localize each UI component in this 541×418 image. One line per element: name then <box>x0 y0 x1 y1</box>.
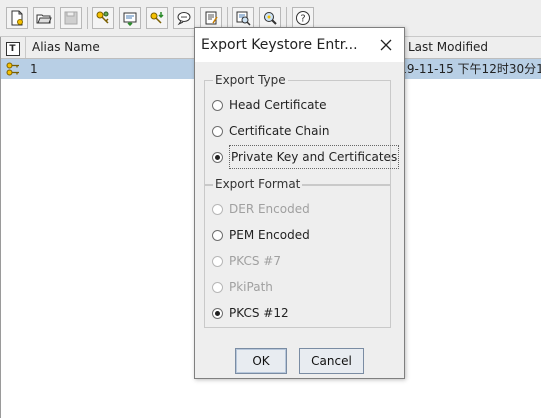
ok-button[interactable]: OK <box>235 348 287 374</box>
generate-keypair-icon <box>96 11 109 24</box>
export-format-group: Export Format DER Encoded PEM Encoded PK… <box>204 176 391 328</box>
save-keystore-button[interactable] <box>60 7 82 29</box>
import-certificate-button[interactable] <box>119 7 141 29</box>
examine-certificate-icon <box>236 11 251 26</box>
export-dialog: Export Keystore Entr... Export Type Head… <box>194 27 405 379</box>
import-keypair-icon <box>150 12 164 24</box>
examine-key-icon <box>264 12 277 25</box>
column-header-type[interactable]: T <box>0 37 26 58</box>
radio-circle <box>212 229 223 241</box>
last-modified-cell: 2019-11-15 下午12时30分19秒 <box>384 62 541 76</box>
examine-certificate-button[interactable] <box>232 7 254 29</box>
import-certificate-icon <box>123 12 137 26</box>
radio-head-certificate[interactable]: Head Certificate <box>212 94 327 116</box>
radio-pkcs12[interactable]: PKCS #12 <box>212 302 289 324</box>
properties-icon <box>205 11 218 25</box>
save-keystore-icon <box>64 11 78 25</box>
new-keystore-icon <box>11 10 23 26</box>
radio-circle <box>212 255 223 267</box>
toolbar-separator <box>286 7 287 29</box>
set-password-icon <box>177 12 191 26</box>
radio-circle <box>212 281 223 293</box>
radio-certificate-chain[interactable]: Certificate Chain <box>212 120 329 142</box>
radio-circle <box>212 151 223 163</box>
dialog-titlebar: Export Keystore Entr... <box>195 28 404 62</box>
help-icon: ? <box>296 11 310 25</box>
radio-circle <box>212 203 223 215</box>
radio-label: DER Encoded <box>229 202 310 216</box>
generate-keypair-button[interactable] <box>92 7 114 29</box>
export-type-label: Export Type <box>213 72 288 88</box>
table-border <box>0 37 1 418</box>
radio-label: PKCS #12 <box>229 306 289 320</box>
type-column-icon: T <box>5 42 20 56</box>
set-password-button[interactable] <box>173 7 195 29</box>
new-keystore-button[interactable] <box>6 7 28 29</box>
radio-der-encoded[interactable]: DER Encoded <box>212 198 310 220</box>
import-keypair-button[interactable] <box>146 7 168 29</box>
toolbar-separator <box>87 7 88 29</box>
radio-pem-encoded[interactable]: PEM Encoded <box>212 224 310 246</box>
radio-label: PEM Encoded <box>229 228 310 242</box>
radio-circle <box>212 99 223 111</box>
radio-label: Head Certificate <box>229 98 327 112</box>
open-keystore-icon <box>36 14 52 24</box>
dialog-title: Export Keystore Entr... <box>201 37 358 53</box>
close-icon[interactable] <box>378 37 394 53</box>
radio-pkipath[interactable]: PkiPath <box>212 276 273 298</box>
radio-circle <box>212 307 223 319</box>
help-button[interactable]: ? <box>292 7 314 29</box>
radio-pkcs7[interactable]: PKCS #7 <box>212 250 281 272</box>
radio-label: PkiPath <box>229 280 273 294</box>
export-format-label: Export Format <box>213 176 303 192</box>
open-keystore-button[interactable] <box>33 7 55 29</box>
column-header-last-modified[interactable]: Last Modified <box>402 37 541 58</box>
radio-label: Certificate Chain <box>229 124 330 138</box>
svg-text:?: ? <box>300 14 305 25</box>
radio-label: PKCS #7 <box>229 254 281 268</box>
radio-circle <box>212 125 223 137</box>
cancel-button[interactable]: Cancel <box>299 348 364 374</box>
export-type-group: Export Type Head Certificate Certificate… <box>204 72 400 186</box>
examine-key-button[interactable] <box>259 7 281 29</box>
properties-button[interactable] <box>200 7 222 29</box>
radio-private-key-and-certificates[interactable]: Private Key and Certificates <box>212 145 400 169</box>
toolbar-separator <box>227 7 228 29</box>
radio-label: Private Key and Certificates <box>229 145 400 169</box>
keypair-icon <box>5 59 23 79</box>
